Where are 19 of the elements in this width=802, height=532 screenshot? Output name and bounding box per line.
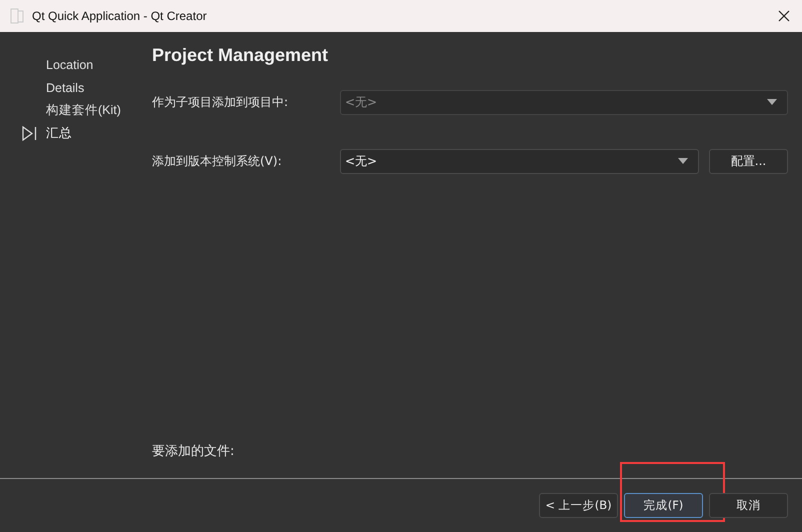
page-title: Project Management — [152, 45, 330, 67]
files-label: 要添加的文件: — [152, 443, 236, 461]
window-title: Qt Quick Application - Qt Creator — [32, 9, 208, 23]
caret-icon — [678, 158, 688, 164]
field-label: 作为子项目添加到项目中: — [152, 94, 290, 110]
dropdown: <无> — [340, 90, 788, 114]
caret-icon — [767, 99, 777, 105]
sidebar-item[interactable]: Location — [46, 58, 94, 72]
sidebar-item[interactable]: Details — [46, 80, 84, 94]
sidebar-item[interactable]: 汇总 — [46, 125, 72, 142]
dialog-button[interactable]: < 上一步(B) — [539, 493, 618, 518]
dialog-button[interactable]: 完成(F) — [624, 493, 703, 518]
app-icon — [10, 8, 24, 24]
dialog-button[interactable]: 取消 — [709, 493, 788, 518]
close-icon[interactable] — [778, 10, 790, 22]
dropdown[interactable]: <无> — [340, 148, 699, 174]
field-label: 添加到版本控制系统(V): — [152, 152, 283, 170]
sidebar-item[interactable]: 构建套件(Kit) — [46, 102, 121, 119]
configure-button[interactable]: 配置... — [709, 148, 788, 174]
